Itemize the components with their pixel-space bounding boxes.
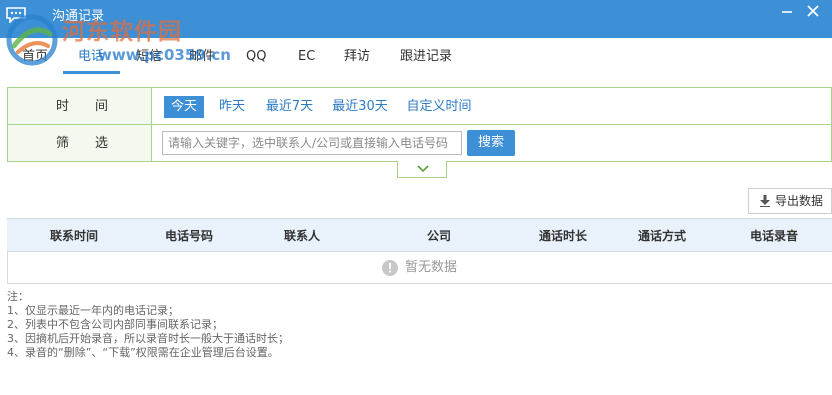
tab-follow-up[interactable]: 跟进记录 <box>400 49 452 65</box>
filter-label-cell: 筛 选 <box>8 125 152 161</box>
notes-heading: 注： <box>7 290 29 303</box>
time-label-cell: 时 间 <box>8 88 152 124</box>
chevron-down-icon <box>417 165 429 173</box>
time-label: 时 间 <box>56 99 109 114</box>
tab-visit[interactable]: 拜访 <box>344 49 370 65</box>
table-header: 联系时间 电话号码 联系人 公司 通话时长 通话方式 电话录音 <box>7 218 832 252</box>
tab-email[interactable]: 邮件 <box>189 49 215 65</box>
note-item: 2、列表中不包含公司内部同事间联系记录； <box>7 318 223 331</box>
tab-bar: 首页 电话 短信 邮件 QQ EC 拜访 跟进记录 <box>0 38 832 76</box>
window-title: 沟通记录 <box>52 9 105 24</box>
time-option-30-days[interactable]: 最近30天 <box>329 96 391 118</box>
collapse-toggle[interactable] <box>397 161 447 178</box>
note-item: 3、因摘机后开始录音，所以录音时长一般大于通话时长； <box>7 332 289 345</box>
notes: 注： 1、仅显示最近一年内的电话记录； 2、列表中不包含公司内部同事间联系记录；… <box>7 290 289 360</box>
export-data-label: 导出数据 <box>775 194 824 208</box>
info-icon <box>382 260 398 276</box>
export-data-button[interactable]: 导出数据 <box>748 188 832 214</box>
column-header-contact[interactable]: 联系人 <box>284 229 320 243</box>
title-bar: 沟通记录 <box>0 0 832 38</box>
column-header-contact-time[interactable]: 联系时间 <box>50 229 98 243</box>
column-header-call-duration[interactable]: 通话时长 <box>539 229 587 243</box>
search-input[interactable] <box>162 131 462 155</box>
note-item: 4、录音的“删除”、“下载”权限需在企业管理后台设置。 <box>7 346 279 359</box>
tab-phone[interactable]: 电话 <box>78 49 104 65</box>
empty-state-text: 暂无数据 <box>405 260 458 275</box>
note-item: 1、仅显示最近一年内的电话记录； <box>7 304 179 317</box>
download-icon <box>760 195 770 207</box>
time-option-custom[interactable]: 自定义时间 <box>402 96 476 118</box>
column-header-phone-number[interactable]: 电话号码 <box>165 229 213 243</box>
column-header-call-method[interactable]: 通话方式 <box>638 229 686 243</box>
time-option-7-days[interactable]: 最近7天 <box>262 96 317 118</box>
tab-sms[interactable]: 短信 <box>136 49 162 65</box>
time-option-yesterday[interactable]: 昨天 <box>213 96 251 118</box>
search-button[interactable]: 搜索 <box>467 130 515 156</box>
filter-label: 筛 选 <box>56 136 109 151</box>
tab-home[interactable]: 首页 <box>22 49 48 65</box>
table-body: 暂无数据 <box>7 252 832 284</box>
minimize-icon[interactable] <box>780 4 794 18</box>
tab-ec[interactable]: EC <box>298 49 315 65</box>
column-header-recording[interactable]: 电话录音 <box>750 229 798 243</box>
chat-bubble-icon <box>6 7 26 23</box>
tab-qq[interactable]: QQ <box>246 49 266 65</box>
active-tab-indicator <box>63 71 120 74</box>
close-icon[interactable] <box>806 4 820 18</box>
column-header-company[interactable]: 公司 <box>427 229 451 243</box>
time-option-today[interactable]: 今天 <box>164 96 204 118</box>
